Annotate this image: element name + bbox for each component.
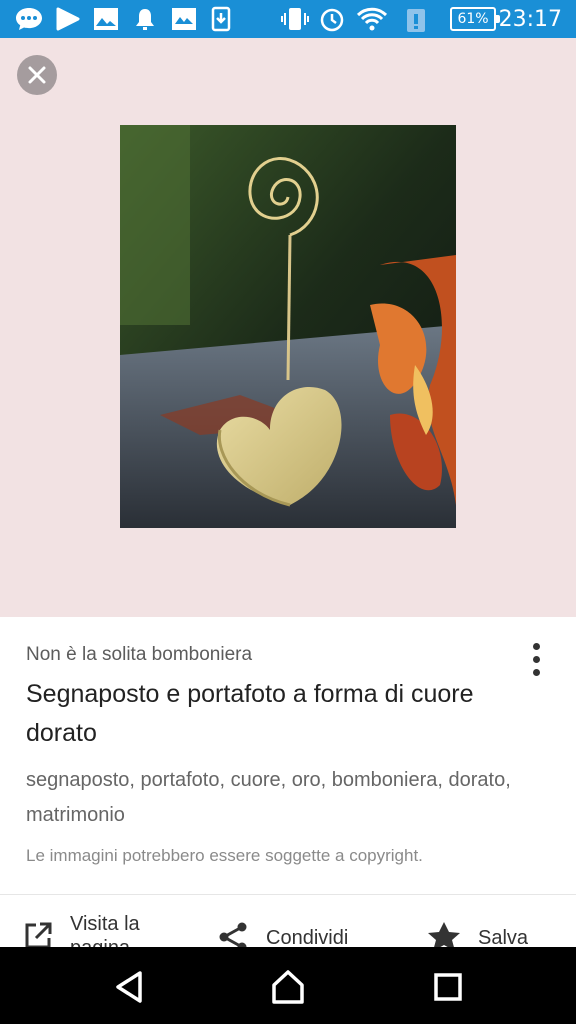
status-bar: 61% 23:17 (0, 0, 576, 38)
pin-title: Segnaposto e portafoto a forma di cuore … (26, 680, 474, 747)
copyright-notice: Le immagini potrebbero essere soggette a… (26, 846, 423, 865)
visit-page-button[interactable]: Visita la pagina (22, 912, 165, 959)
heart-photo-illustration (120, 125, 456, 528)
more-options-icon-dot (532, 655, 540, 663)
alarm-icon (320, 8, 344, 32)
battery-indicator: 61% (450, 7, 500, 31)
download-icon (211, 6, 231, 32)
product-image[interactable] (120, 125, 456, 528)
gallery-icon (94, 8, 118, 30)
close-button[interactable] (17, 55, 57, 95)
pin-info-card: Non è la solita bomboniera Segnaposto e … (0, 617, 576, 959)
home-icon[interactable] (268, 967, 308, 1007)
vibrate-icon (281, 8, 309, 30)
source-name[interactable]: Non è la solita bomboniera (26, 644, 252, 666)
more-options-button[interactable] (522, 639, 550, 679)
battery-alert-icon (407, 9, 425, 32)
play-store-icon (56, 7, 80, 31)
divider (0, 894, 576, 895)
clock: 23:17 (498, 7, 562, 32)
more-options-icon-dot (532, 642, 540, 650)
more-options-icon-dot (532, 668, 540, 676)
back-icon[interactable] (110, 967, 150, 1007)
wifi-icon (356, 7, 388, 31)
recents-icon[interactable] (428, 967, 468, 1007)
pin-tags: segnaposto, portafoto, cuore, oro, bombo… (26, 769, 511, 826)
navigation-bar (0, 947, 576, 1024)
bell-icon (136, 9, 154, 30)
messenger-icon (16, 8, 42, 30)
close-icon (28, 66, 46, 84)
news-icon (172, 8, 196, 30)
